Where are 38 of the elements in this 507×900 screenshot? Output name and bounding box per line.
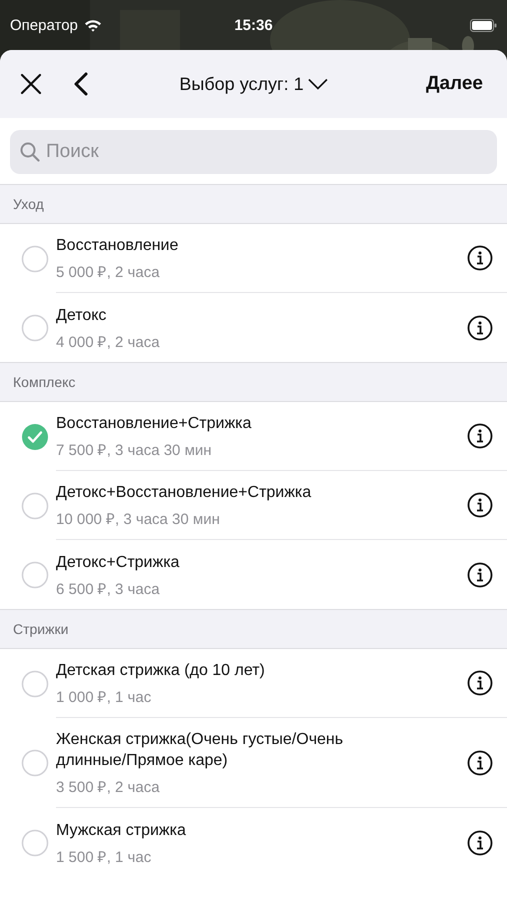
service-price-duration: 3 500 ₽, 2 часа xyxy=(56,778,160,796)
service-name[interactable]: Мужская стрижка xyxy=(56,820,186,840)
clock-time: 15:36 xyxy=(234,16,273,34)
service-name[interactable]: Детокс xyxy=(56,304,106,326)
service-price-duration: 10 000 ₽, 3 часа 30 мин xyxy=(56,510,220,528)
wifi-icon xyxy=(84,18,102,32)
chevron-down-icon xyxy=(308,78,328,90)
info-icon[interactable] xyxy=(467,423,493,449)
checked-circle-icon[interactable] xyxy=(21,422,49,450)
service-price-duration: 7 500 ₽, 3 часа 30 мин xyxy=(56,441,212,459)
service-price-duration: 4 000 ₽, 2 часа xyxy=(56,332,160,350)
carrier-label: Оператор xyxy=(10,16,78,34)
search-field[interactable]: Поиск xyxy=(10,130,497,174)
info-icon[interactable] xyxy=(467,314,493,340)
service-name[interactable]: Женская стрижка(Очень густые/Очень длинные/Прямое каре) xyxy=(56,729,397,771)
service-name[interactable]: Восстановление xyxy=(56,235,178,256)
battery-icon xyxy=(470,18,497,32)
section-header: Комплекс xyxy=(13,374,76,390)
section-header: Стрижки xyxy=(13,621,68,637)
info-icon[interactable] xyxy=(467,562,493,588)
service-name[interactable]: Детская стрижка (до 10 лет) xyxy=(56,660,265,681)
service-name[interactable]: Детокс+Восстановление+Стрижка xyxy=(56,482,312,503)
services-dropdown[interactable]: Выбор услуг: 1 xyxy=(175,70,332,98)
back-chevron-icon xyxy=(74,72,88,96)
info-icon[interactable] xyxy=(467,245,493,271)
info-icon[interactable] xyxy=(467,830,493,856)
next-button[interactable]: Далее xyxy=(416,69,493,99)
service-name[interactable]: Детокс+Стрижка xyxy=(56,552,180,572)
service-price-duration: 1 000 ₽, 1 час xyxy=(56,688,152,706)
info-icon[interactable] xyxy=(467,670,493,696)
section-header: Уход xyxy=(13,196,44,212)
info-icon[interactable] xyxy=(467,750,493,776)
service-name[interactable]: Восстановление+Стрижка xyxy=(56,413,252,434)
service-price-duration: 1 500 ₽, 1 час xyxy=(56,848,152,866)
close-icon xyxy=(20,73,42,95)
info-icon[interactable] xyxy=(467,492,493,518)
service-price-duration: 5 000 ₽, 2 часа xyxy=(56,263,160,281)
service-price-duration: 6 500 ₽, 3 часа xyxy=(56,580,160,598)
